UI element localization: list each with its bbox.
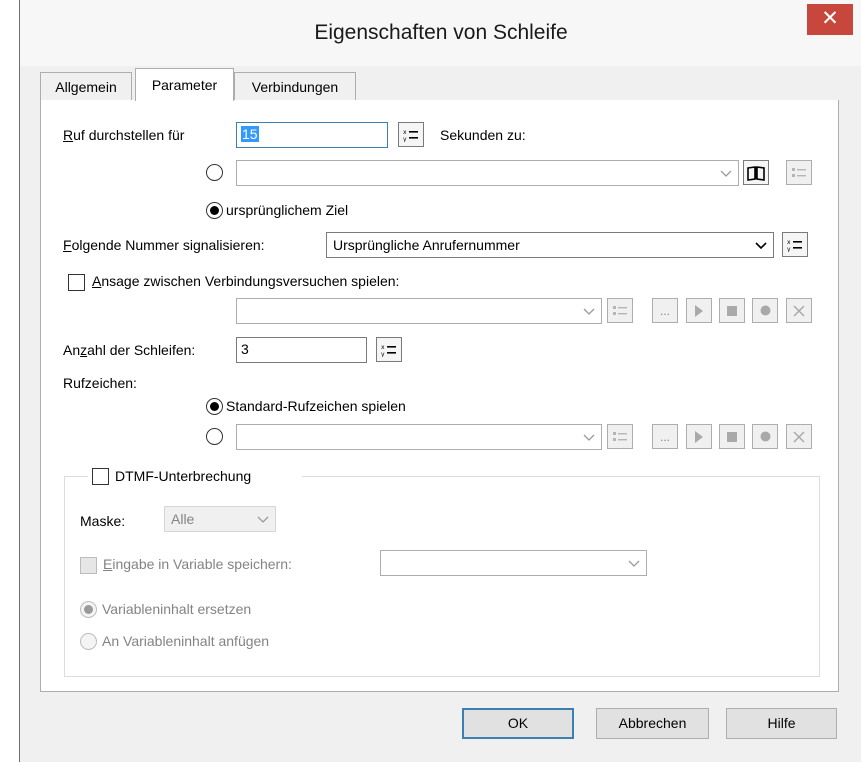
delete-icon bbox=[793, 304, 805, 317]
delete-icon bbox=[793, 430, 805, 443]
ellipsis-icon: ... bbox=[659, 429, 670, 444]
variable-list-icon: xy bbox=[403, 129, 418, 142]
loop-count-input[interactable]: 3 bbox=[236, 337, 367, 363]
play-icon bbox=[695, 430, 703, 443]
record-icon bbox=[760, 431, 770, 442]
record-button[interactable] bbox=[752, 298, 778, 323]
variable-picker-button-disabled[interactable] bbox=[607, 298, 633, 323]
variable-picker-button[interactable]: xy bbox=[376, 337, 402, 362]
signal-number-select[interactable]: Ursprüngliche Anrufernummer bbox=[326, 232, 774, 258]
seconds-input[interactable]: 15 bbox=[236, 122, 388, 148]
stop-button[interactable] bbox=[719, 424, 745, 449]
record-icon bbox=[760, 305, 770, 316]
loop-count-label: Anzahl der Schleifen: bbox=[63, 342, 196, 358]
variable-list-icon: xy bbox=[381, 344, 396, 357]
tab-parameter[interactable]: Parameter bbox=[135, 68, 234, 101]
variable-picker-button[interactable]: xy bbox=[398, 122, 424, 147]
chevron-down-icon bbox=[755, 242, 767, 250]
play-icon bbox=[695, 304, 703, 317]
chevron-down-icon bbox=[257, 516, 269, 523]
ringtone-label: Rufzeichen: bbox=[63, 375, 137, 391]
append-variable-label: An Variableninhalt anfügen bbox=[102, 633, 270, 649]
svg-text:x: x bbox=[787, 239, 791, 246]
announcement-label: Ansage zwischen Verbindungsversuchen spi… bbox=[92, 273, 400, 289]
standard-ringtone-label: Standard-Rufzeichen spielen bbox=[226, 398, 406, 414]
phonebook-button[interactable] bbox=[743, 160, 769, 185]
tab-label: Allgemein bbox=[55, 79, 117, 95]
announcement-checkbox[interactable] bbox=[68, 274, 85, 291]
variable-list-icon: xy bbox=[787, 239, 802, 252]
stop-icon bbox=[727, 431, 737, 442]
mask-select[interactable]: Alle bbox=[164, 506, 276, 532]
browse-button[interactable]: ... bbox=[652, 298, 678, 323]
svg-text:x: x bbox=[403, 129, 407, 136]
forward-label: Ruf durchstellen für bbox=[63, 127, 185, 143]
variable-list-icon bbox=[792, 167, 806, 177]
svg-text:y: y bbox=[381, 351, 385, 357]
chevron-down-icon bbox=[583, 434, 595, 441]
cancel-button[interactable]: Abbrechen bbox=[596, 708, 709, 739]
tab-label: Verbindungen bbox=[251, 79, 339, 95]
svg-text:x: x bbox=[381, 344, 385, 351]
store-variable-label: Eingabe in Variable speichern: bbox=[103, 556, 292, 572]
window-title: Eigenschaften von Schleife bbox=[314, 21, 568, 44]
combo-value: Ursprüngliche Anrufernummer bbox=[333, 237, 520, 253]
book-icon bbox=[747, 165, 765, 181]
variable-picker-button-disabled[interactable] bbox=[786, 160, 812, 185]
variable-picker-button[interactable]: xy bbox=[782, 232, 808, 257]
svg-text:y: y bbox=[403, 136, 407, 142]
append-variable-radio[interactable] bbox=[80, 633, 97, 650]
tab-allgemein[interactable]: Allgemein bbox=[40, 72, 132, 101]
variable-list-icon bbox=[613, 305, 627, 315]
dtmf-checkbox[interactable] bbox=[92, 468, 109, 485]
announcement-file-combo[interactable] bbox=[236, 298, 602, 324]
title-bar: Eigenschaften von Schleife ✕ bbox=[20, 0, 861, 66]
combo-value: Alle bbox=[171, 511, 195, 527]
variable-picker-button-disabled[interactable] bbox=[607, 424, 633, 449]
close-icon: ✕ bbox=[821, 7, 839, 30]
chevron-down-icon bbox=[628, 560, 640, 567]
tab-verbindungen[interactable]: Verbindungen bbox=[234, 72, 356, 101]
mask-label: Maske: bbox=[80, 513, 126, 529]
play-button[interactable] bbox=[686, 298, 712, 323]
custom-ringtone-radio[interactable] bbox=[206, 428, 223, 445]
delete-button[interactable] bbox=[786, 298, 812, 323]
signal-number-label: Folgende Nummer signalisieren: bbox=[63, 237, 265, 253]
play-button[interactable] bbox=[686, 424, 712, 449]
stop-button[interactable] bbox=[719, 298, 745, 323]
standard-ringtone-radio[interactable] bbox=[206, 398, 223, 415]
replace-variable-label: Variableninhalt ersetzen bbox=[102, 601, 252, 617]
store-variable-combo[interactable] bbox=[380, 550, 647, 576]
record-button[interactable] bbox=[752, 424, 778, 449]
chevron-down-icon bbox=[720, 170, 732, 177]
forward-target-radio[interactable] bbox=[206, 164, 223, 181]
help-button[interactable]: Hilfe bbox=[726, 708, 837, 739]
original-target-radio[interactable] bbox=[206, 202, 223, 219]
original-target-label: ursprünglichem Ziel bbox=[226, 202, 349, 218]
seconds-suffix-label: Sekunden zu: bbox=[440, 127, 526, 143]
ok-button[interactable]: OK bbox=[462, 708, 574, 739]
ringtone-file-combo[interactable] bbox=[236, 424, 602, 450]
stop-icon bbox=[727, 305, 737, 316]
browse-button[interactable]: ... bbox=[652, 424, 678, 449]
tab-label: Parameter bbox=[151, 77, 218, 93]
close-button[interactable]: ✕ bbox=[807, 4, 853, 35]
store-variable-checkbox[interactable] bbox=[80, 557, 97, 574]
variable-list-icon bbox=[613, 431, 627, 441]
svg-text:y: y bbox=[787, 246, 791, 252]
forward-target-combo[interactable] bbox=[236, 160, 739, 186]
delete-button[interactable] bbox=[786, 424, 812, 449]
replace-variable-radio[interactable] bbox=[80, 601, 97, 618]
ellipsis-icon: ... bbox=[659, 303, 670, 318]
dtmf-label: DTMF-Unterbrechung bbox=[115, 468, 252, 484]
chevron-down-icon bbox=[583, 308, 595, 315]
